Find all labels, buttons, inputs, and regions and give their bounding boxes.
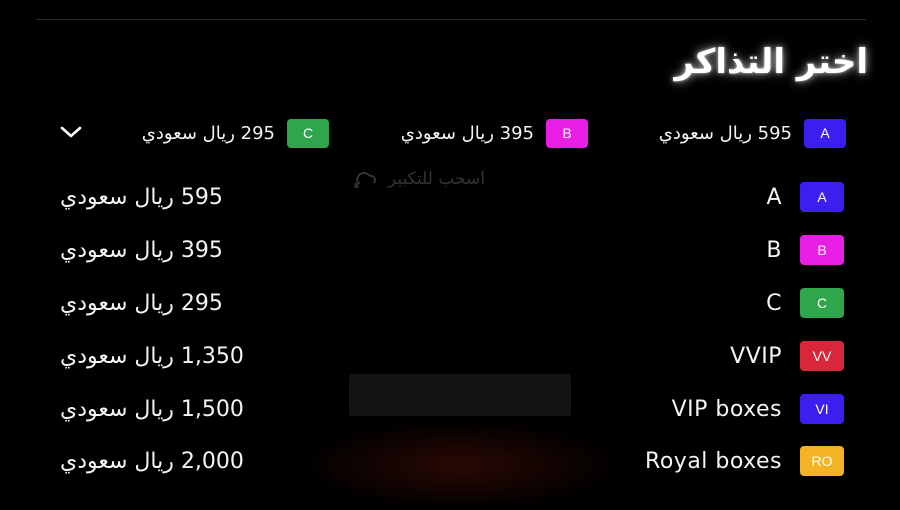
ticket-row-vvip[interactable]: 1,350 ريال سعودي VVIP VV	[60, 337, 844, 375]
ticket-price: 395 ريال سعودي	[60, 237, 223, 263]
top-divider	[36, 19, 866, 20]
category-chip-ro: RO	[800, 446, 844, 476]
ticket-price: 595 ريال سعودي	[60, 184, 223, 210]
ticket-price: 2,000 ريال سعودي	[60, 448, 244, 474]
ticket-name: Royal boxes	[645, 448, 782, 474]
summary-price: 295 ريال سعودي	[141, 122, 275, 144]
ticket-price: 295 ريال سعودي	[60, 290, 223, 316]
ticket-price: 1,500 ريال سعودي	[60, 396, 244, 422]
summary-item-a[interactable]: 595 ريال سعودي A	[659, 118, 846, 148]
category-chip-vi: VI	[800, 394, 844, 424]
ticket-name: C	[766, 290, 782, 316]
chevron-down-icon[interactable]	[60, 124, 82, 140]
ticket-name: A	[766, 184, 782, 210]
summary-price: 395 ريال سعودي	[400, 122, 534, 144]
ticket-row-b[interactable]: 395 ريال سعودي B B	[60, 231, 844, 269]
category-chip-b: B	[546, 118, 588, 148]
ticket-price: 1,350 ريال سعودي	[60, 343, 244, 369]
category-chip-c: C	[800, 288, 844, 318]
ticket-row-c[interactable]: 295 ريال سعودي C C	[60, 284, 844, 322]
category-chip-b: B	[800, 235, 844, 265]
ticket-name: VIP boxes	[671, 396, 782, 422]
page-title: اختر التذاكر	[674, 42, 868, 82]
ticket-name: B	[766, 237, 782, 263]
category-chip-c: C	[287, 118, 329, 148]
category-chip-vv: VV	[800, 341, 844, 371]
ticket-row-a[interactable]: 595 ريال سعودي A A	[60, 178, 844, 216]
category-chip-a: A	[800, 182, 844, 212]
category-chip-a: A	[804, 118, 846, 148]
summary-item-c[interactable]: 295 ريال سعودي C	[142, 118, 329, 148]
ticket-row-royal-boxes[interactable]: 2,000 ريال سعودي Royal boxes RO	[60, 442, 844, 480]
summary-item-b[interactable]: 395 ريال سعودي B	[401, 118, 588, 148]
summary-price: 595 ريال سعودي	[658, 122, 792, 144]
ticket-name: VVIP	[730, 343, 782, 369]
